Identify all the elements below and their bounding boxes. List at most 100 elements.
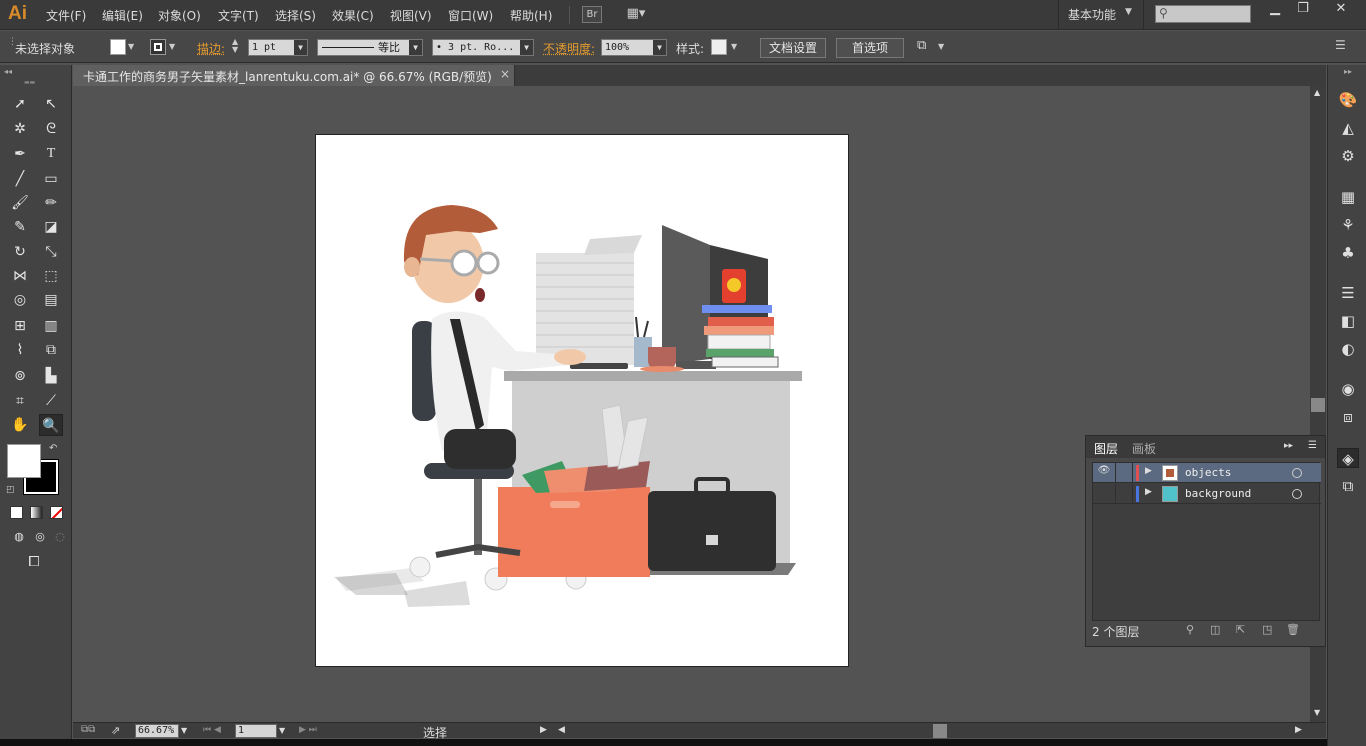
scroll-up-icon[interactable]: ▲ (1314, 88, 1320, 97)
chevron-down-icon[interactable]: ▼ (731, 42, 737, 51)
brush-definition-select[interactable]: • 3 pt. Ro... ▼ (432, 39, 534, 56)
color-guide-icon[interactable]: ◭ (1337, 118, 1359, 138)
bridge-button[interactable]: Br (582, 6, 602, 23)
blob-brush-tool-icon[interactable]: ✎ (8, 216, 32, 238)
artboard-nav-icon[interactable]: ⧉⧉ (81, 724, 95, 735)
shape-builder-tool-icon[interactable]: ◎ (8, 289, 32, 311)
variable-width-profile-select[interactable]: 等比 ▼ (317, 39, 423, 56)
rotate-tool-icon[interactable]: ↻ (8, 241, 32, 263)
artboard-number-field[interactable]: 1 (235, 724, 277, 738)
stroke-weight-field[interactable]: 1 pt ▼ (248, 39, 308, 56)
menu-effect[interactable]: 效果(C) (332, 7, 374, 24)
gradient-mode-icon[interactable] (30, 506, 43, 519)
create-sublayer-icon[interactable]: ⇱ (1236, 623, 1245, 636)
transparency-icon[interactable]: ◐ (1337, 339, 1359, 359)
layer-name[interactable]: objects (1185, 466, 1231, 479)
stroke-swatch[interactable] (150, 39, 166, 55)
collapse-icon[interactable]: ◂◂ (4, 67, 12, 76)
scale-tool-icon[interactable]: ⤡ (39, 241, 63, 263)
delete-layer-icon[interactable]: 🗑 (1286, 623, 1300, 636)
column-graph-tool-icon[interactable]: ▙ (39, 365, 63, 387)
symbol-sprayer-tool-icon[interactable]: ⊚ (8, 365, 32, 387)
make-clipping-mask-icon[interactable]: ◫ (1210, 623, 1220, 636)
chevron-down-icon[interactable]: ▼ (169, 42, 175, 51)
expand-triangle-icon[interactable]: ▶ (1145, 466, 1152, 476)
tab-artboards[interactable]: 画板 (1132, 440, 1156, 457)
fill-color-box-front[interactable] (7, 444, 41, 478)
scroll-right-icon[interactable]: ▶ (1295, 725, 1302, 735)
chevron-down-icon[interactable]: ▼ (128, 42, 134, 51)
zoom-tool-icon[interactable]: 🔍 (39, 414, 63, 436)
line-tool-icon[interactable]: ╱ (8, 168, 32, 190)
menu-object[interactable]: 对象(O) (158, 7, 201, 24)
artboard[interactable] (315, 134, 849, 667)
default-colors-icon[interactable]: ◰ (6, 485, 15, 495)
target-circle-icon[interactable] (1292, 468, 1302, 478)
expand-triangle-icon[interactable]: ▶ (1145, 487, 1152, 497)
hand-tool-icon[interactable]: ✋ (8, 414, 32, 436)
workspace-switcher[interactable]: 基本功能 ▼ (1058, 0, 1144, 30)
width-tool-icon[interactable]: ⋈ (8, 265, 32, 287)
document-tab[interactable]: 卡通工作的商务男子矢量素材_lanrentuku.com.ai* @ 66.67… (73, 65, 515, 86)
visibility-eye-icon[interactable] (1095, 486, 1113, 502)
fill-swatch[interactable] (110, 39, 126, 55)
pen-tool-icon[interactable]: ✒ (8, 143, 32, 165)
layer-row-background[interactable]: ▶ background (1093, 484, 1321, 504)
graphic-style-swatch[interactable] (711, 39, 727, 55)
kuler-icon[interactable]: ⚙ (1337, 146, 1359, 166)
stepper-icon[interactable]: ▲ ▼ (232, 38, 238, 54)
chevron-down-icon[interactable]: ▼ (181, 726, 187, 735)
stroke-label[interactable]: 描边: (197, 40, 225, 57)
layer-row-objects[interactable]: 👁 ▶ objects (1093, 463, 1321, 483)
menu-file[interactable]: 文件(F) (46, 7, 86, 24)
preferences-button[interactable]: 首选项 (836, 38, 904, 58)
tab-layers[interactable]: 图层 (1094, 440, 1118, 457)
eraser-tool-icon[interactable]: ◪ (39, 216, 63, 238)
pencil-tool-icon[interactable]: ✏ (39, 192, 63, 214)
lock-toggle[interactable] (1115, 484, 1133, 504)
menu-view[interactable]: 视图(V) (390, 7, 432, 24)
menu-edit[interactable]: 编辑(E) (102, 7, 143, 24)
opacity-label[interactable]: 不透明度: (543, 40, 595, 57)
scroll-thumb[interactable] (1311, 398, 1325, 412)
mesh-tool-icon[interactable]: ⊞ (8, 315, 32, 337)
restore-button[interactable]: ❐ (1286, 0, 1320, 20)
create-layer-icon[interactable]: ◳ (1262, 623, 1272, 636)
close-button[interactable]: ✕ (1322, 0, 1360, 20)
eyedropper-tool-icon[interactable]: ⌇ (8, 339, 32, 361)
status-menu-icon[interactable]: ▶ (540, 725, 547, 735)
magic-wand-tool-icon[interactable]: ✲ (8, 118, 32, 140)
color-mode-icon[interactable] (10, 506, 23, 519)
document-setup-button[interactable]: 文档设置 (760, 38, 826, 58)
menu-select[interactable]: 选择(S) (275, 7, 316, 24)
zoom-level-field[interactable]: 66.67% (135, 724, 179, 738)
selection-tool-icon[interactable]: ➚ (8, 93, 32, 115)
collapse-panel-icon[interactable]: ▸▸ (1284, 441, 1293, 451)
close-tab-icon[interactable]: × (500, 67, 510, 81)
artboard-tool-icon[interactable]: ⌗ (8, 390, 32, 412)
brushes-icon[interactable]: ⚘ (1337, 215, 1359, 235)
artboards-panel-icon[interactable]: ⧉ (1337, 476, 1359, 496)
lock-toggle[interactable] (1115, 463, 1133, 483)
scroll-left-icon[interactable]: ◀ (558, 725, 565, 735)
visibility-eye-icon[interactable]: 👁 (1095, 465, 1113, 481)
share-icon[interactable]: ⇗ (111, 724, 120, 737)
target-circle-icon[interactable] (1292, 489, 1302, 499)
direct-selection-tool-icon[interactable]: ↖ (39, 93, 63, 115)
menu-type[interactable]: 文字(T) (218, 7, 259, 24)
draw-inside-icon[interactable]: ◌ (48, 526, 72, 548)
swatches-icon[interactable]: ▦ (1337, 187, 1359, 207)
graphic-styles-icon[interactable]: ⧈ (1337, 407, 1359, 427)
free-transform-tool-icon[interactable]: ⬚ (39, 265, 63, 287)
slice-tool-icon[interactable]: ⟋ (39, 390, 63, 412)
color-panel-icon[interactable]: 🎨 (1337, 90, 1359, 110)
first-artboard-icon[interactable]: ⏮ ◀ (203, 725, 221, 735)
layer-name[interactable]: background (1185, 487, 1251, 500)
hscroll-thumb[interactable] (933, 724, 947, 738)
appearance-icon[interactable]: ◉ (1337, 379, 1359, 399)
arrange-icon[interactable]: ⧉ (917, 38, 926, 53)
lasso-tool-icon[interactable]: ᘓ (39, 118, 63, 140)
paintbrush-tool-icon[interactable]: 🖌 (8, 192, 32, 214)
none-mode-icon[interactable] (50, 506, 63, 519)
locate-object-icon[interactable]: ⚲ (1186, 623, 1194, 636)
